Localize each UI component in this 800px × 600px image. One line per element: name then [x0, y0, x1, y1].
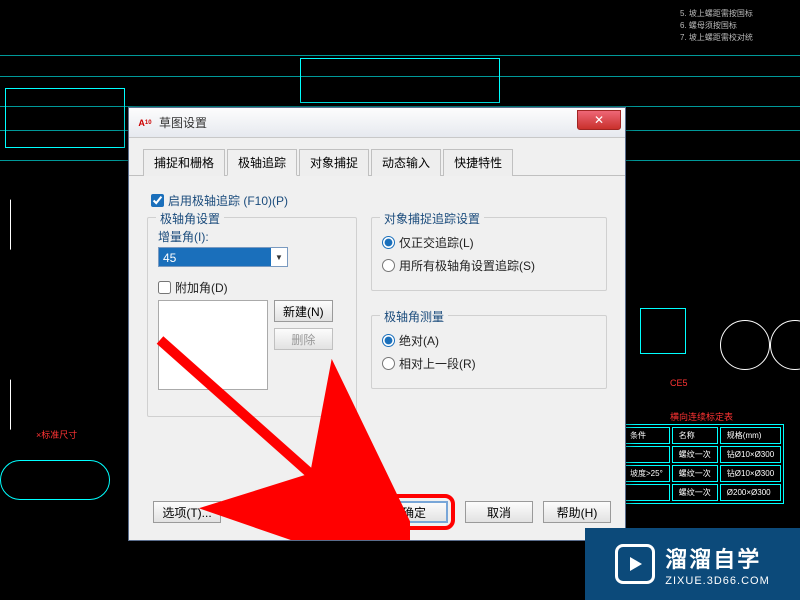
- polar-angle-group: 极轴角设置 增量角(I): 45 ▼ 附加角(D) 新建(N): [147, 217, 357, 417]
- dialog-title: 草图设置: [159, 114, 207, 131]
- all-polar-track-label: 用所有极轴角设置追踪(S): [399, 257, 535, 274]
- enable-polar-checkbox[interactable]: [151, 194, 164, 207]
- increment-angle-label: 增量角(I):: [158, 228, 346, 245]
- cancel-button[interactable]: 取消: [465, 501, 533, 523]
- watermark-url: ZIXUE.3D66.COM: [665, 575, 769, 587]
- watermark-title: 溜溜自学: [665, 542, 769, 574]
- delete-angle-button: 删除: [274, 328, 333, 350]
- tab-quick-props[interactable]: 快捷特性: [443, 149, 513, 176]
- absolute-label: 绝对(A): [399, 332, 439, 349]
- polar-measure-group: 极轴角测量 绝对(A) 相对上一段(R): [371, 315, 607, 389]
- options-button[interactable]: 选项(T)...: [153, 501, 221, 523]
- ortho-track-radio[interactable]: [382, 236, 395, 249]
- help-button[interactable]: 帮助(H): [543, 501, 611, 523]
- increment-angle-combo[interactable]: 45 ▼: [158, 247, 288, 267]
- additional-angle-label: 附加角(D): [175, 279, 228, 296]
- app-icon: A10: [137, 115, 153, 131]
- tab-dynamic-input[interactable]: 动态输入: [371, 149, 441, 176]
- ok-button[interactable]: 确定: [380, 501, 448, 523]
- enable-polar-label: 启用极轴追踪 (F10)(P): [168, 192, 288, 209]
- absolute-radio[interactable]: [382, 334, 395, 347]
- play-icon: [615, 544, 655, 584]
- tab-content: 启用极轴追踪 (F10)(P) 极轴角设置 增量角(I): 45 ▼ 附加角(D…: [129, 176, 625, 437]
- all-polar-track-radio[interactable]: [382, 259, 395, 272]
- close-button[interactable]: ✕: [577, 110, 621, 130]
- chevron-down-icon[interactable]: ▼: [271, 253, 287, 262]
- drafting-settings-dialog: A10 草图设置 ✕ 捕捉和栅格 极轴追踪 对象捕捉 动态输入 快捷特性 启用极…: [128, 107, 626, 541]
- relative-label: 相对上一段(R): [399, 355, 476, 372]
- titlebar[interactable]: A10 草图设置 ✕: [129, 108, 625, 138]
- tab-object-snap[interactable]: 对象捕捉: [299, 149, 369, 176]
- additional-angle-checkbox[interactable]: [158, 281, 171, 294]
- ok-highlight-ring: 确定: [373, 494, 455, 530]
- additional-angle-list[interactable]: [158, 300, 268, 390]
- snap-tracking-group: 对象捕捉追踪设置 仅正交追踪(L) 用所有极轴角设置追踪(S): [371, 217, 607, 291]
- new-angle-button[interactable]: 新建(N): [274, 300, 333, 322]
- watermark: 溜溜自学 ZIXUE.3D66.COM: [585, 528, 800, 600]
- tab-bar: 捕捉和栅格 极轴追踪 对象捕捉 动态输入 快捷特性: [129, 138, 625, 176]
- relative-radio[interactable]: [382, 357, 395, 370]
- tab-polar-tracking[interactable]: 极轴追踪: [227, 149, 297, 176]
- increment-angle-value: 45: [159, 248, 271, 266]
- tab-snap-grid[interactable]: 捕捉和栅格: [143, 149, 225, 176]
- dialog-footer: 选项(T)... 确定 取消 帮助(H): [143, 494, 611, 530]
- ortho-track-label: 仅正交追踪(L): [399, 234, 474, 251]
